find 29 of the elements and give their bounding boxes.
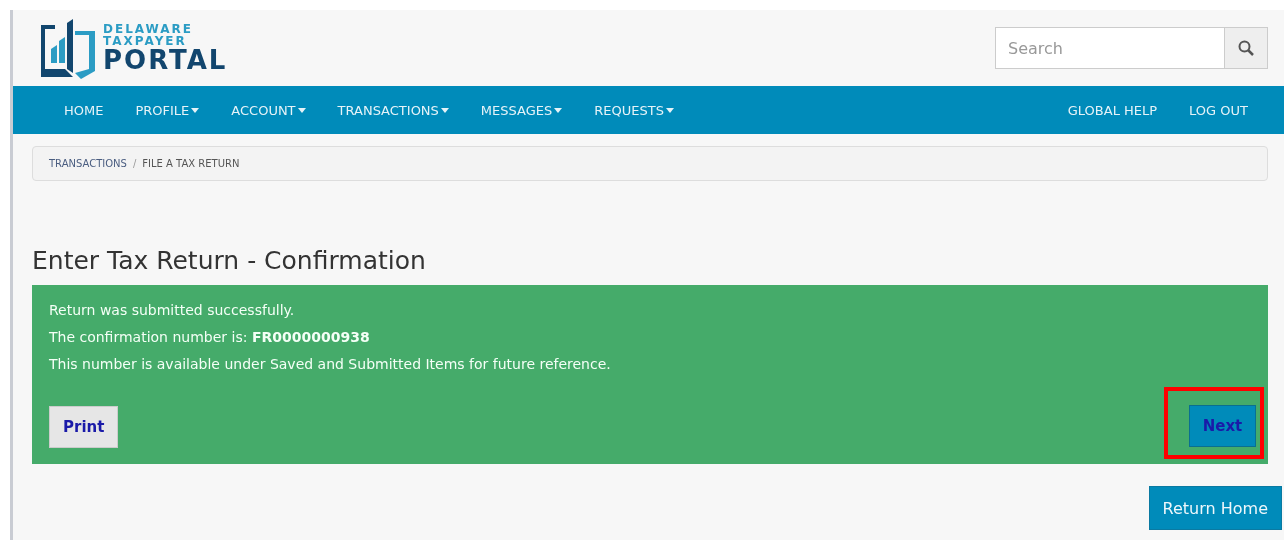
breadcrumb-current: FILE A TAX RETURN bbox=[142, 158, 240, 169]
return-home-button[interactable]: Return Home bbox=[1148, 486, 1282, 530]
search-button[interactable] bbox=[1224, 28, 1267, 68]
caret-icon bbox=[440, 107, 449, 113]
nav-link[interactable]: GLOBAL HELP bbox=[1051, 86, 1174, 134]
nav-link[interactable]: HOME bbox=[48, 86, 120, 134]
nav-link[interactable]: REQUESTS bbox=[578, 86, 690, 134]
nav-link[interactable]: ACCOUNT bbox=[215, 86, 322, 134]
nav-link[interactable]: PROFILE bbox=[119, 86, 216, 134]
nav-link[interactable]: TRANSACTIONS bbox=[321, 86, 465, 134]
next-button[interactable]: Next bbox=[1189, 405, 1256, 447]
nav-link[interactable]: LOG OUT bbox=[1173, 86, 1264, 134]
search-icon bbox=[1238, 40, 1254, 56]
logo-text: PORTAL bbox=[103, 47, 228, 73]
logo-text: DELAWARE bbox=[103, 23, 194, 35]
message-text: The confirmation number is: FR0000000938 bbox=[49, 328, 371, 347]
breadcrumb-separator: / bbox=[132, 158, 137, 169]
caret-icon bbox=[191, 107, 200, 113]
message-text: This number is available under Saved and Submitted Items for future reference. bbox=[49, 355, 612, 374]
search-field[interactable]: Search bbox=[995, 27, 1268, 69]
page-title: Enter Tax Return - Confirmation bbox=[32, 246, 427, 275]
breadcrumb-link[interactable]: TRANSACTIONS bbox=[49, 158, 127, 169]
nav-link[interactable]: MESSAGES bbox=[464, 86, 579, 134]
caret-icon bbox=[665, 107, 674, 113]
print-button[interactable]: Print bbox=[49, 406, 119, 448]
caret-icon bbox=[297, 107, 306, 113]
message-text: Return was submitted successfully. bbox=[49, 301, 296, 320]
caret-icon bbox=[554, 107, 563, 113]
logo-text: TAXPAYER bbox=[103, 35, 188, 47]
